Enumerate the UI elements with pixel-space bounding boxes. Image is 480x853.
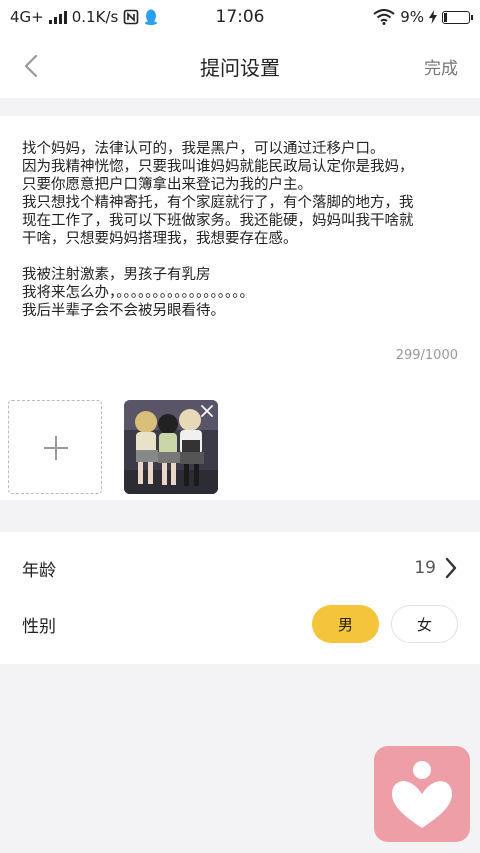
battery-icon <box>442 10 473 24</box>
heart-person-logo-icon <box>392 761 452 828</box>
add-photo-button[interactable] <box>8 400 102 494</box>
question-card: 找个妈妈，法律认可的，我是黑户，可以通过迁移户口。 因为我精神恍惚，只要我叫谁妈… <box>0 116 480 500</box>
done-button[interactable]: 完成 <box>424 54 458 79</box>
status-left: 4G+ 0.1K/s <box>10 8 210 26</box>
nav-bar: 提问设置 完成 <box>0 34 480 98</box>
app-logo-float-button[interactable] <box>374 746 470 842</box>
network-speed: 0.1K/s <box>71 8 119 26</box>
status-right: 9% <box>373 8 473 26</box>
close-icon <box>201 405 213 417</box>
age-row[interactable]: 年龄 19 <box>0 540 480 596</box>
signal-icon <box>48 10 67 24</box>
chevron-left-icon <box>24 54 38 78</box>
photo-thumbnail[interactable] <box>124 400 218 494</box>
battery-percent: 9% <box>400 8 424 26</box>
question-textarea[interactable]: 找个妈妈，法律认可的，我是黑户，可以通过迁移户口。 因为我精神恍惚，只要我叫谁妈… <box>22 140 462 320</box>
charging-icon <box>429 10 437 24</box>
status-bar: 4G+ 0.1K/s 17:06 9% <box>0 0 480 34</box>
network-type: 4G+ <box>10 8 44 26</box>
back-button[interactable] <box>18 50 48 82</box>
chevron-right-icon <box>445 557 457 579</box>
gender-label: 性别 <box>22 616 56 637</box>
age-value: 19 <box>414 558 436 578</box>
page-title: 提问设置 <box>200 55 280 80</box>
remove-photo-button[interactable] <box>199 403 215 419</box>
gender-male-button[interactable]: 男 <box>312 605 379 643</box>
settings-card: 年龄 19 性别 男 女 <box>0 532 480 664</box>
gender-female-button[interactable]: 女 <box>391 605 458 643</box>
age-label: 年龄 <box>22 560 56 581</box>
gender-row: 性别 男 女 <box>0 596 480 652</box>
qq-icon <box>145 9 158 25</box>
nfc-icon <box>124 9 139 25</box>
gender-toggle: 男 女 <box>312 605 458 643</box>
char-count: 299/1000 <box>395 348 458 363</box>
wifi-icon <box>373 9 395 25</box>
